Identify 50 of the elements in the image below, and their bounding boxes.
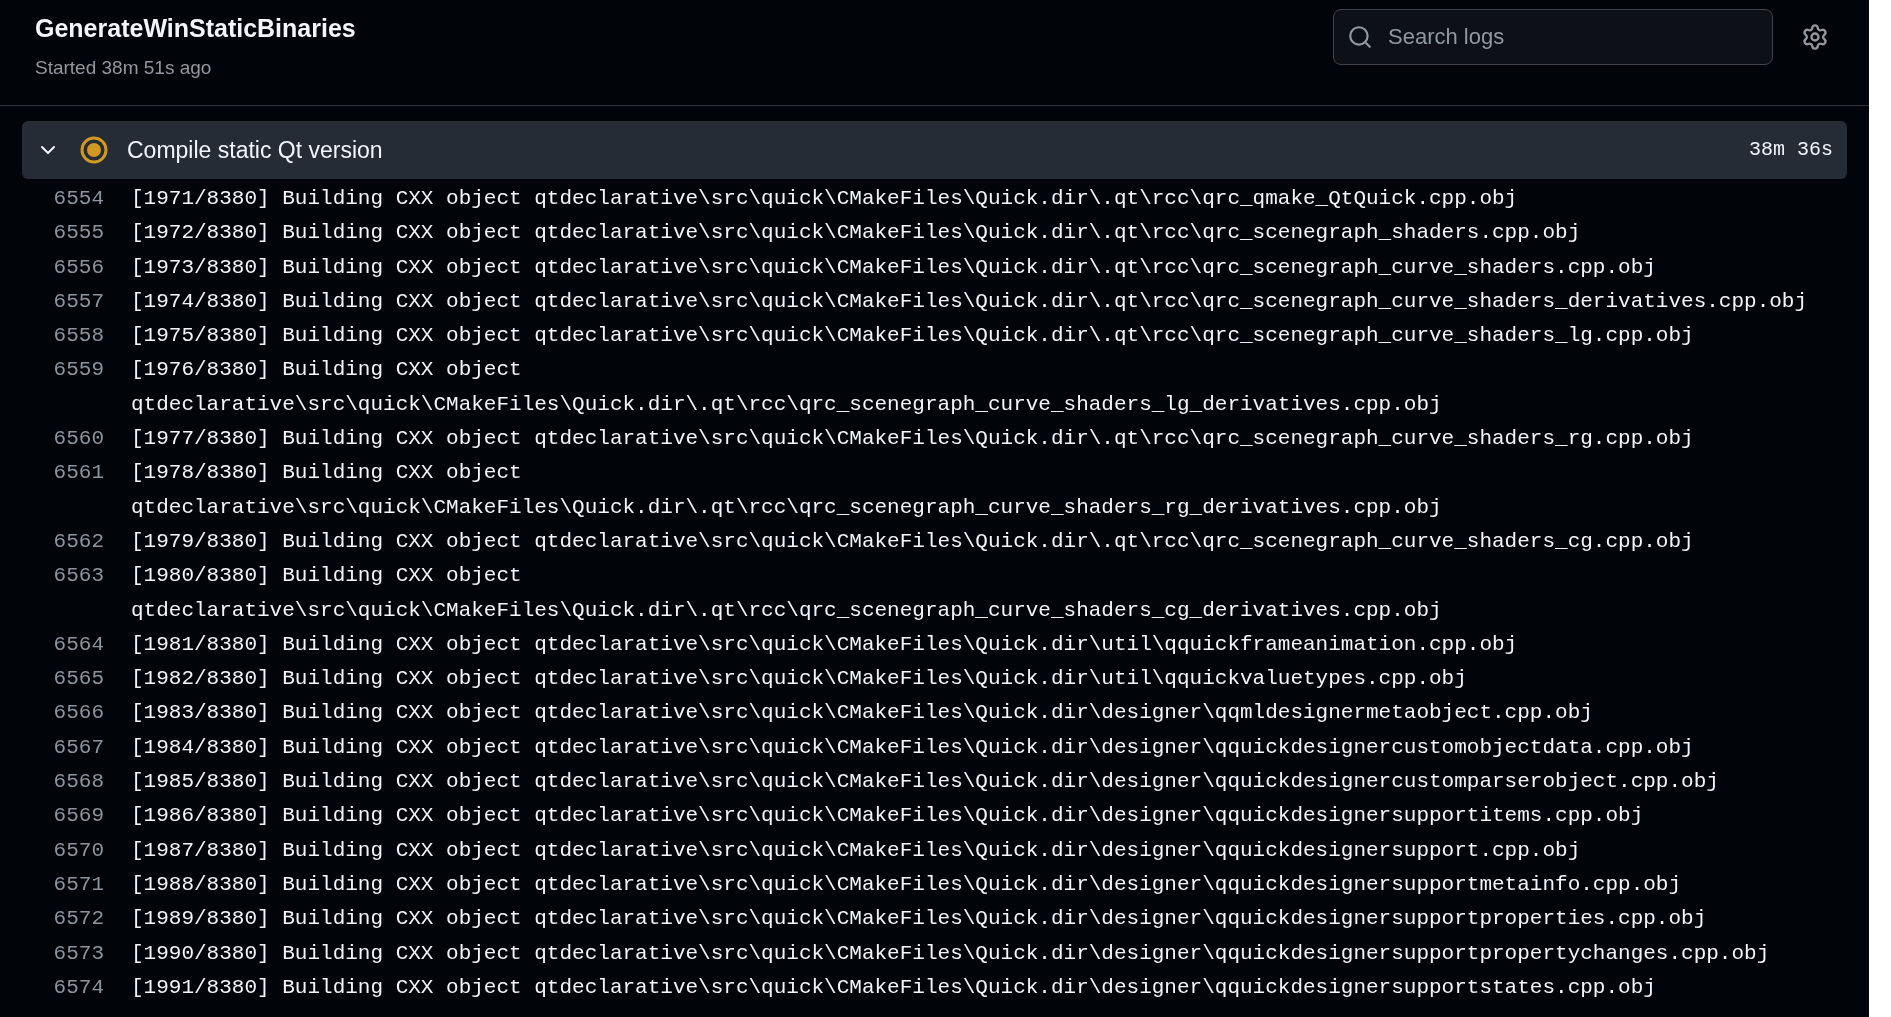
line-number: 6558 [52, 323, 104, 350]
settings-icon[interactable] [1801, 23, 1829, 51]
line-number: 6555 [52, 220, 104, 247]
search-icon [1347, 24, 1373, 50]
line-number: 6560 [52, 426, 104, 453]
log-line: [1977/8380] Building CXX object qtdeclarative\src\quick\CMakeFiles\Quick.dir\.qt\rcc\qrc_scenegraph_curve_shaders_rg.cpp.obj [131, 426, 1695, 453]
line-number: 6570 [52, 837, 104, 864]
step-title: Compile static Qt version [127, 135, 383, 165]
log-line: [1991/8380] Building CXX object qtdeclarative\src\quick\CMakeFiles\Quick.dir\designer\qquickdesignersupportstates.cpp.obj [131, 974, 1657, 1001]
line-number: 6568 [52, 769, 104, 796]
log-line: [1976/8380] Building CXX object qtdeclarative\src\quick\CMakeFiles\Quick.dir\.qt\rcc\qrc_scenegraph_curve_shaders_lg_derivatives.cpp.obj [131, 357, 1443, 418]
log-line: [1972/8380] Building CXX object qtdeclarative\src\quick\CMakeFiles\Quick.dir\.qt\rcc\qrc_scenegraph_shaders.cpp.obj [131, 220, 1582, 247]
line-number: 6562 [52, 528, 104, 555]
log-line: [1973/8380] Building CXX object qtdeclarative\src\quick\CMakeFiles\Quick.dir\.qt\rcc\qrc_scenegraph_curve_shaders.cpp.obj [131, 254, 1657, 281]
log-line: [1975/8380] Building CXX object qtdeclarative\src\quick\CMakeFiles\Quick.dir\.qt\rcc\qrc_scenegraph_curve_shaders_lg.cpp.obj [131, 323, 1695, 350]
job-title: GenerateWinStaticBinaries [35, 13, 356, 44]
line-number: 6571 [52, 871, 104, 898]
line-number: 6561 [52, 460, 104, 487]
log-line: [1983/8380] Building CXX object qtdeclarative\src\quick\CMakeFiles\Quick.dir\designer\qqmldesignermetaobject.cpp.obj [131, 700, 1594, 727]
line-number: 6559 [52, 357, 104, 384]
step-duration: 38m 36s [1749, 137, 1833, 163]
line-number: 6554 [52, 186, 104, 212]
line-number: 6566 [52, 700, 104, 727]
log-line: [1978/8380] Building CXX object qtdeclarative\src\quick\CMakeFiles\Quick.dir\.qt\rcc\qrc_scenegraph_curve_shaders_rg_derivatives.cpp.obj [131, 460, 1443, 521]
log-line: [1971/8380] Building CXX object qtdeclarative\src\quick\CMakeFiles\Quick.dir\.qt\rcc\qrc_qmake_QtQuick.cpp.obj [131, 186, 1519, 212]
line-number: 6572 [52, 906, 104, 933]
line-number: 6563 [52, 563, 104, 590]
log-line: [1982/8380] Building CXX object qtdeclarative\src\quick\CMakeFiles\Quick.dir\util\qquickvaluetypes.cpp.obj [131, 666, 1468, 693]
line-number: 6567 [52, 734, 104, 761]
step-header[interactable]: Compile static Qt version 38m 36s [22, 121, 1847, 179]
line-number: 6564 [52, 631, 104, 658]
log-line: [1989/8380] Building CXX object qtdeclarative\src\quick\CMakeFiles\Quick.dir\designer\qquickdesignersupportproperties.cpp.obj [131, 906, 1708, 933]
line-number: 6557 [52, 288, 104, 315]
line-number: 6574 [52, 974, 104, 1001]
log-line: [1987/8380] Building CXX object qtdeclarative\src\quick\CMakeFiles\Quick.dir\designer\qquickdesignersupport.cpp.obj [131, 837, 1582, 864]
log-line: [1988/8380] Building CXX object qtdeclarative\src\quick\CMakeFiles\Quick.dir\designer\qquickdesignersupportmetainfo.cpp.obj [131, 871, 1683, 898]
line-number: 6569 [52, 803, 104, 830]
log-line: [1984/8380] Building CXX object qtdeclarative\src\quick\CMakeFiles\Quick.dir\designer\qquickdesignercustomobjectdata.cpp.obj [131, 734, 1695, 761]
log-line: [1986/8380] Building CXX object qtdeclarative\src\quick\CMakeFiles\Quick.dir\designer\qquickdesignersupportitems.cpp.obj [131, 803, 1645, 830]
log-line: [1985/8380] Building CXX object qtdeclarative\src\quick\CMakeFiles\Quick.dir\designer\qquickdesignercustomparserobject.cpp.obj [131, 769, 1720, 796]
log-line: [1980/8380] Building CXX object qtdeclarative\src\quick\CMakeFiles\Quick.dir\.qt\rcc\qrc_scenegraph_curve_shaders_cg_derivatives.cpp.obj [131, 563, 1443, 624]
search-field[interactable]: Search logs [1333, 9, 1773, 65]
log-line: [1974/8380] Building CXX object qtdeclarative\src\quick\CMakeFiles\Quick.dir\.qt\rcc\qrc_scenegraph_curve_shaders_derivatives.cpp.obj [131, 288, 1809, 315]
log-line: [1979/8380] Building CXX object qtdeclarative\src\quick\CMakeFiles\Quick.dir\.qt\rcc\qrc_scenegraph_curve_shaders_cg.cpp.obj [131, 528, 1695, 555]
line-number: 6565 [52, 666, 104, 693]
started-time: Started 38m 51s ago [35, 55, 213, 80]
log-line: [1990/8380] Building CXX object qtdeclarative\src\quick\CMakeFiles\Quick.dir\designer\qquickdesignersupportpropertychanges.cpp.obj [131, 940, 1771, 967]
log-line: [1981/8380] Building CXX object qtdeclarative\src\quick\CMakeFiles\Quick.dir\util\qquickframeanimation.cpp.obj [131, 631, 1519, 658]
line-number: 6573 [52, 940, 104, 967]
line-number: 6556 [52, 254, 104, 281]
